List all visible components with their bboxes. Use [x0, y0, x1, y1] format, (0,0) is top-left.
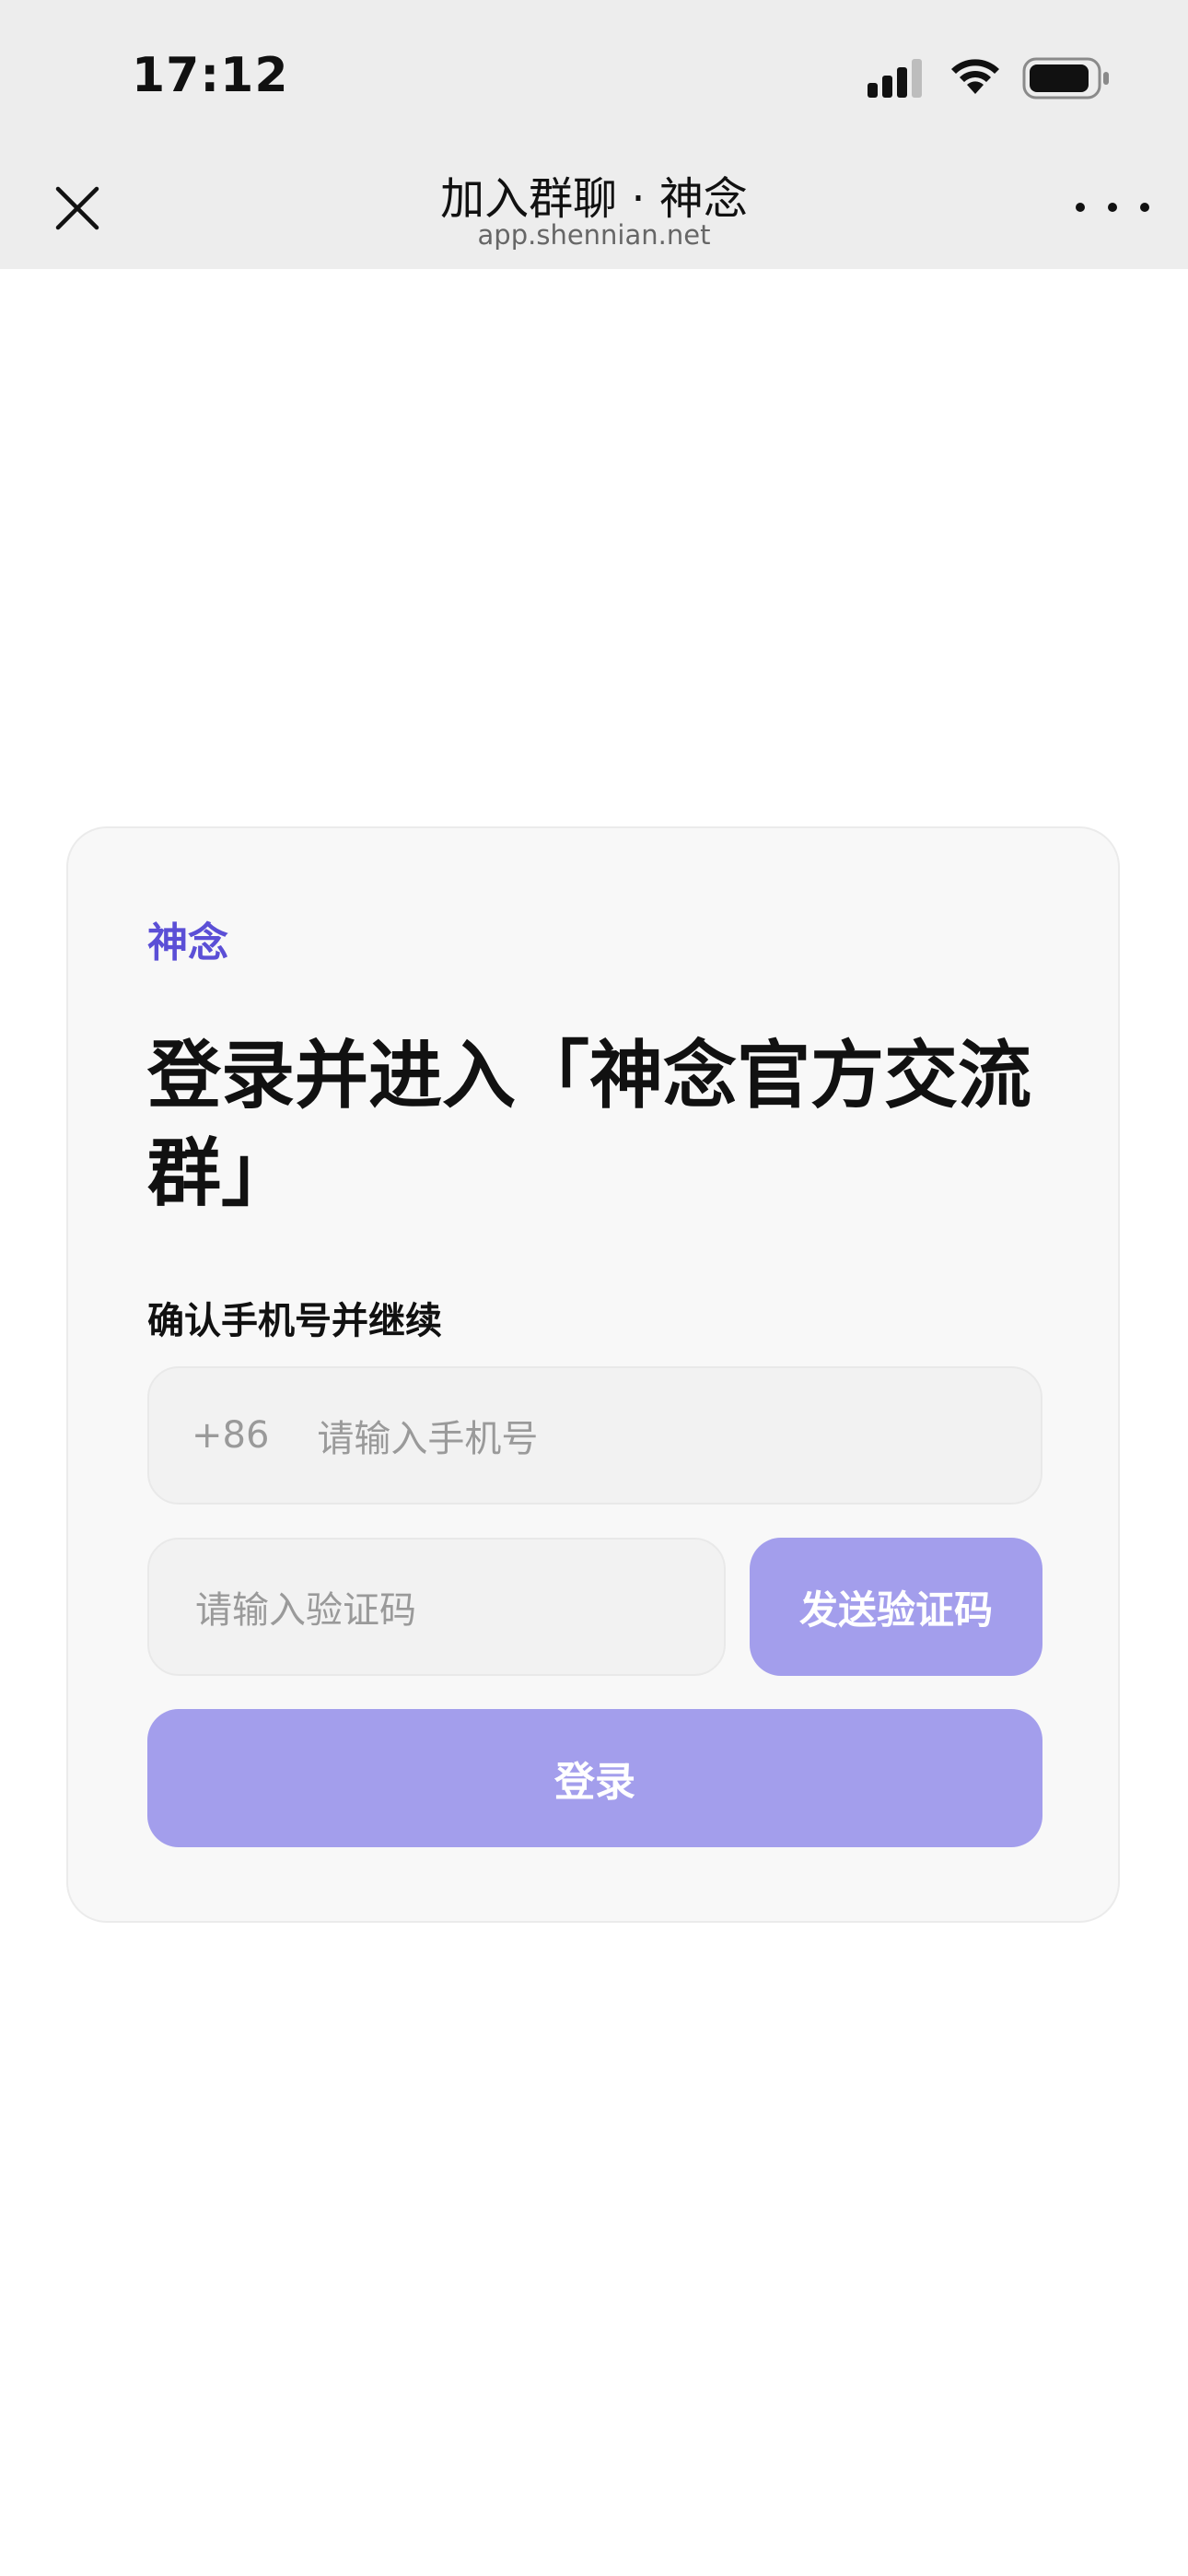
brand-label: 神念	[147, 919, 228, 966]
headline: 登录并进入「神念官方交流群」	[147, 1033, 1031, 1216]
login-button[interactable]: 登录	[147, 1709, 1042, 1847]
signal-icon	[868, 59, 922, 98]
subtitle: 确认手机号并继续	[147, 1300, 442, 1342]
top-bar: 17:12 加入群聊 · 神念 app.shennian.net	[0, 0, 1188, 269]
login-card: 神念 登录并进入「神念官方交流群」 确认手机号并继续 +86 请输入手机号 请输…	[66, 826, 1120, 1923]
more-icon-dot	[1108, 203, 1117, 212]
code-input[interactable]: 请输入验证码	[195, 1580, 416, 1633]
phone-input[interactable]: 请输入手机号	[317, 1409, 538, 1462]
wifi-icon	[951, 59, 999, 94]
phone-field[interactable]: +86 请输入手机号	[147, 1366, 1042, 1505]
status-time: 17:12	[132, 48, 289, 103]
code-field[interactable]: 请输入验证码	[147, 1538, 726, 1676]
send-code-button[interactable]: 发送验证码	[750, 1538, 1042, 1676]
battery-icon	[1022, 57, 1109, 100]
more-icon	[1076, 203, 1085, 212]
more-button[interactable]	[1076, 184, 1149, 230]
page-title: 加入群聊 · 神念	[440, 173, 748, 225]
more-icon-dot	[1140, 203, 1149, 212]
country-code[interactable]: +86	[192, 1414, 269, 1457]
page-url: app.shennian.net	[477, 219, 711, 251]
